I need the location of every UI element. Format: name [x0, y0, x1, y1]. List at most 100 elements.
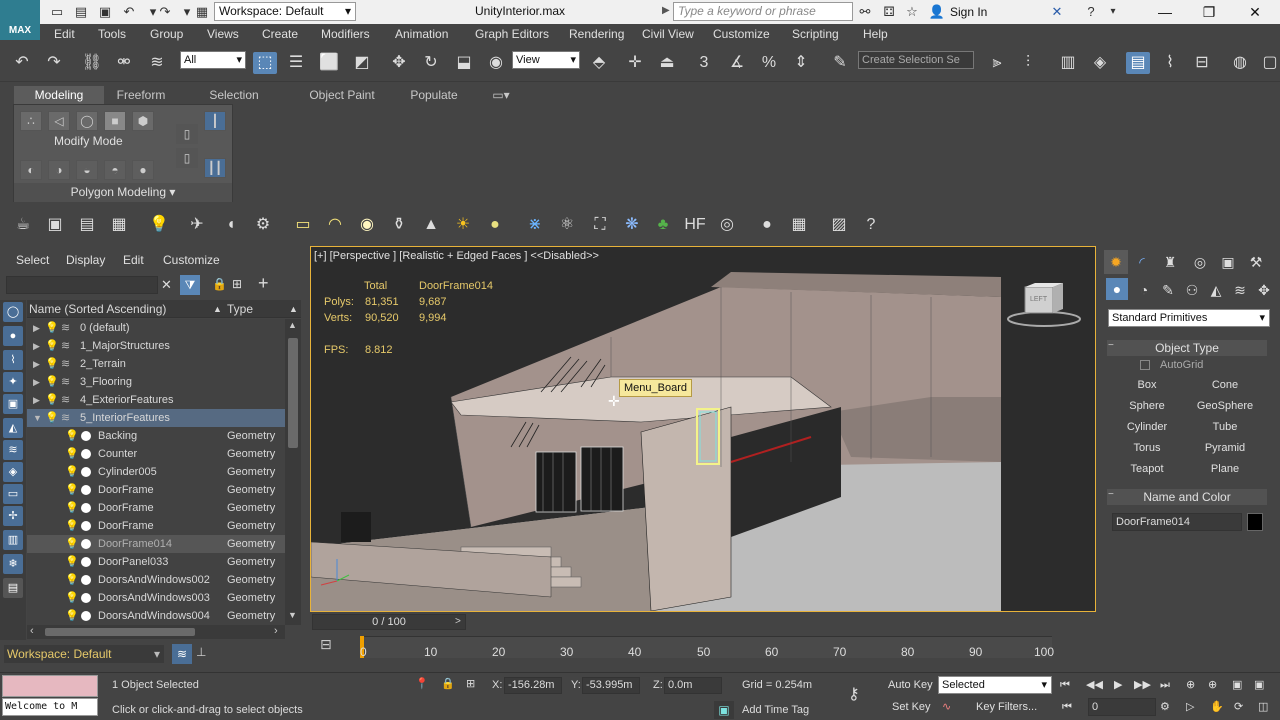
explorer-search-input[interactable] [6, 276, 158, 294]
absolute-mode-icon[interactable]: ⊞ [466, 677, 475, 690]
previous-frame-icon[interactable]: ◀◀ [1086, 676, 1103, 694]
lightbulb-icon[interactable]: 💡 [65, 445, 79, 463]
toggle-scene-explorer-icon[interactable]: ▥ [1056, 52, 1080, 74]
clear-search-icon[interactable]: ✕ [161, 277, 172, 293]
select-object-icon[interactable]: ⬚ [253, 52, 277, 74]
binoculars-icon[interactable]: ⚯ [856, 3, 874, 21]
preview-off-icon[interactable]: ◑ [48, 160, 70, 180]
edit-named-selection-icon[interactable]: ✎ [828, 52, 852, 74]
geosphere-button[interactable]: GeoSphere [1188, 397, 1262, 416]
display-bones-icon[interactable]: ✢ [3, 506, 23, 526]
torus-button[interactable]: Torus [1110, 439, 1184, 458]
explorer-menu-customize[interactable]: Customize [163, 253, 220, 267]
expand-arrow-icon[interactable]: ▶ [33, 319, 40, 337]
y-coordinate-field[interactable]: -53.995m [582, 677, 640, 694]
hierarchy-tab-icon[interactable]: ♜ [1158, 250, 1182, 274]
sky-icon[interactable]: ● [484, 214, 506, 236]
lightbulb-icon[interactable]: 💡 [65, 463, 79, 481]
ox-icon[interactable]: ◎ [716, 214, 738, 236]
zoom-extents-icon[interactable]: ▣ [1232, 676, 1242, 694]
key-mode-dropdown[interactable]: Selected ▾ [938, 676, 1052, 694]
bind-space-warp-icon[interactable]: ≋ [145, 52, 169, 74]
lightbulb-icon[interactable]: 💡 [45, 409, 59, 427]
vertical-scrollbar-thumb[interactable] [288, 338, 298, 448]
border-icon[interactable]: ◯ [76, 111, 98, 131]
z-coordinate-field[interactable]: 0.0m [664, 677, 722, 694]
add-layer-icon[interactable]: + [258, 273, 269, 294]
material-editor-icon[interactable]: ◍ [1228, 52, 1252, 74]
ribbon-options-icon[interactable]: ▭▾ [486, 86, 516, 104]
default-key-icon[interactable]: ⚷ [848, 684, 860, 704]
horizontal-scrollbar-thumb[interactable] [45, 628, 195, 636]
spacewarps-category-icon[interactable]: ≋ [1228, 278, 1252, 302]
autogrid-checkbox[interactable] [1140, 360, 1150, 370]
time-configuration-icon[interactable]: ⚙ [1160, 698, 1170, 716]
grid-object-icon[interactable]: ⋇ [524, 214, 546, 236]
hair-fur-icon[interactable]: HF [684, 214, 706, 236]
align-icon[interactable]: ⫶ [1016, 52, 1040, 74]
use-soft-selection-icon[interactable]: ◓ [104, 160, 126, 180]
spotlight-icon[interactable]: ⚱ [388, 214, 410, 236]
uv-grid-icon[interactable]: ▦ [788, 214, 810, 236]
new-file-icon[interactable]: ▭ [48, 3, 66, 21]
table-row[interactable]: 💡 DoorPanel033 Geometry [27, 553, 285, 571]
column-type-header[interactable]: Type [227, 302, 253, 316]
restore-icon[interactable]: ❐ [1194, 3, 1224, 21]
lock-icon[interactable]: 🔒 [212, 277, 227, 291]
undo-icon[interactable]: ↶ [120, 3, 138, 21]
snaps-toggle-icon[interactable]: 3 [692, 52, 716, 74]
scroll-down-icon[interactable]: ▼ [288, 610, 297, 620]
maxscript-listener-box[interactable] [2, 675, 98, 697]
exchange-apps-icon[interactable]: ✕ [1048, 3, 1066, 21]
current-frame-field[interactable]: 0 [1088, 698, 1156, 716]
collapse-stack-icon[interactable]: ◐ [20, 160, 42, 180]
lightbulb-icon[interactable]: 💡 [45, 373, 59, 391]
menu-tools[interactable]: Tools [98, 27, 126, 41]
project-folder-icon[interactable]: ▦ [193, 3, 211, 21]
display-geometry-icon[interactable]: ● [3, 326, 23, 346]
plane-button[interactable]: Plane [1188, 460, 1262, 479]
teapot-icon[interactable]: ☕ [12, 214, 34, 236]
particle-view-icon[interactable]: ⚙ [252, 214, 274, 236]
lightbulb-icon[interactable]: 💡 [65, 535, 79, 553]
play-icon[interactable]: ▶ [1114, 676, 1122, 694]
menu-graph-editors[interactable]: Graph Editors [475, 27, 549, 41]
sign-in-link[interactable]: Sign In [950, 5, 987, 19]
menu-civil-view[interactable]: Civil View [642, 27, 694, 41]
create-tab-icon[interactable]: ✹ [1104, 250, 1128, 274]
table-row[interactable]: 💡 Counter Geometry [27, 445, 285, 463]
object-color-swatch[interactable] [1247, 513, 1263, 531]
help-circle-icon[interactable]: ? [860, 214, 882, 236]
placement-icon[interactable]: ◉ [484, 52, 508, 74]
show-end-result-icon[interactable]: ▯ [176, 124, 198, 144]
tab-object-paint[interactable]: Object Paint [292, 86, 392, 104]
unlink-icon[interactable]: ⚮ [112, 52, 136, 74]
x-coordinate-field[interactable]: -156.28m [504, 677, 562, 694]
cylinder-button[interactable]: Cylinder [1110, 418, 1184, 437]
key-mode-toggle-icon[interactable]: ⏮ [1062, 698, 1072, 716]
go-to-end-icon[interactable]: ⏭ [1160, 676, 1170, 694]
lightbulb-icon[interactable]: 💡 [65, 553, 79, 571]
cone-button[interactable]: Cone [1188, 376, 1262, 395]
object-type-rollout-header[interactable]: Object Type [1107, 340, 1267, 356]
window-crossing-icon[interactable]: ◩ [350, 52, 374, 74]
next-modifier-icon[interactable]: ┃┃ [204, 158, 226, 178]
selection-lock-icon[interactable]: 🔒 [441, 677, 455, 690]
table-row[interactable]: 💡 DoorsAndWindows002 Geometry [27, 571, 285, 589]
minimize-icon[interactable]: — [1150, 3, 1180, 21]
mini-curve-editor-icon[interactable]: ⊟ [320, 636, 332, 653]
list-item[interactable]: ▶ 💡 ≋ 4_ExteriorFeatures [27, 391, 285, 409]
tube-button[interactable]: Tube [1188, 418, 1262, 437]
display-helpers-icon[interactable]: ◭ [3, 418, 23, 438]
plane-light-icon[interactable]: ▭ [292, 214, 314, 236]
set-key-filter-icon[interactable]: ∿ [942, 698, 951, 716]
menu-scripting[interactable]: Scripting [792, 27, 839, 41]
shapes-category-icon[interactable]: ◔ [1132, 278, 1156, 302]
sphere-light-icon[interactable]: ◉ [356, 214, 378, 236]
lightbulb-icon[interactable]: 💡 [65, 571, 79, 589]
spinner-snap-icon[interactable]: ⇕ [789, 52, 813, 74]
expand-arrow-icon[interactable]: ▶ [33, 373, 40, 391]
lightbulb-icon[interactable]: 💡 [65, 427, 79, 445]
lightbulb-icon[interactable]: 💡 [65, 517, 79, 535]
layer-tree-icon[interactable]: ⊞ [232, 277, 242, 291]
